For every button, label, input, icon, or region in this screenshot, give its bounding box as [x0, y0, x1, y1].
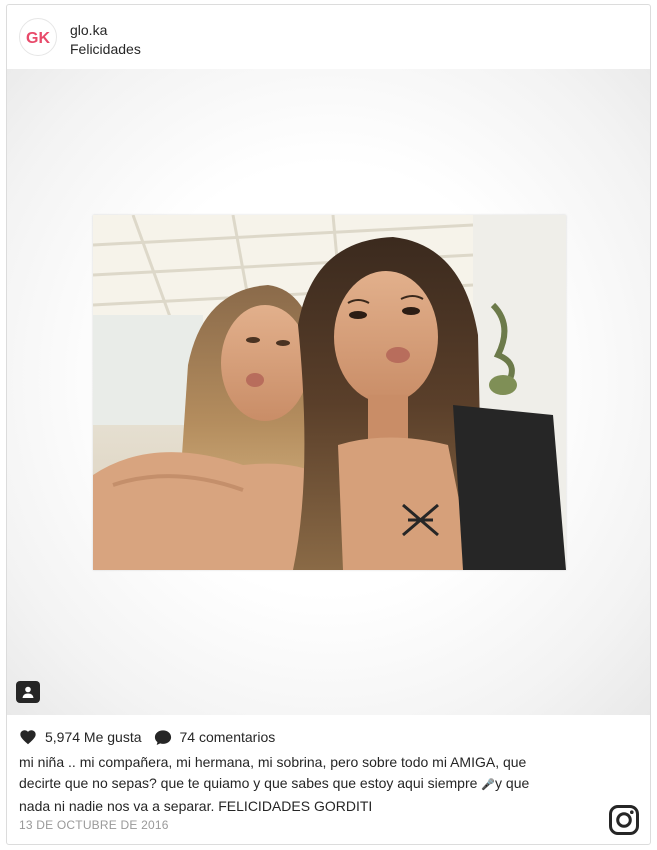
username-link[interactable]: glo.ka [70, 22, 107, 38]
avatar-logo-icon: GK [22, 21, 54, 53]
photo-illustration [93, 215, 566, 570]
location-link[interactable]: Felicidades [70, 41, 141, 57]
caption-line: nada ni nadie nos va a separar. FELICIDA… [19, 798, 373, 814]
instagram-logo-icon[interactable] [608, 804, 640, 836]
caption-line: mi niña .. mi compañera, mi hermana, mi … [19, 754, 527, 770]
comment-bubble-icon [154, 729, 171, 745]
comments-count: 74 comentarios [179, 729, 276, 745]
instagram-embed-card: GK glo.ka Felicidades 5,974 Me gusta 74 … [6, 4, 651, 845]
microphone-emoji: 🎤 [481, 779, 496, 791]
post-media[interactable] [7, 69, 650, 715]
caption-line: decirte que no sepas? que te quiamo y qu… [19, 773, 609, 796]
post-caption: mi niña .. mi compañera, mi hermana, mi … [19, 752, 609, 817]
likes-count: 5,974 Me gusta [45, 729, 142, 745]
instagram-glyph [609, 805, 639, 835]
post-stats: 5,974 Me gusta 74 comentarios [19, 727, 275, 747]
heart-icon [20, 730, 36, 745]
user-tag-button[interactable] [16, 681, 40, 703]
caption-text: y que [495, 775, 530, 791]
avatar[interactable]: GK [19, 18, 57, 56]
post-date[interactable]: 13 DE OCTUBRE DE 2016 [19, 818, 169, 832]
caption-text: decirte que no sepas? que te quiamo y qu… [19, 775, 482, 791]
user-tag-icon [22, 686, 34, 698]
comments-stat[interactable]: 74 comentarios [154, 729, 276, 746]
avatar-initials: GK [26, 30, 50, 47]
post-photo[interactable] [93, 215, 566, 570]
likes-stat[interactable]: 5,974 Me gusta [19, 729, 142, 745]
post-header: GK glo.ka Felicidades [7, 5, 650, 69]
